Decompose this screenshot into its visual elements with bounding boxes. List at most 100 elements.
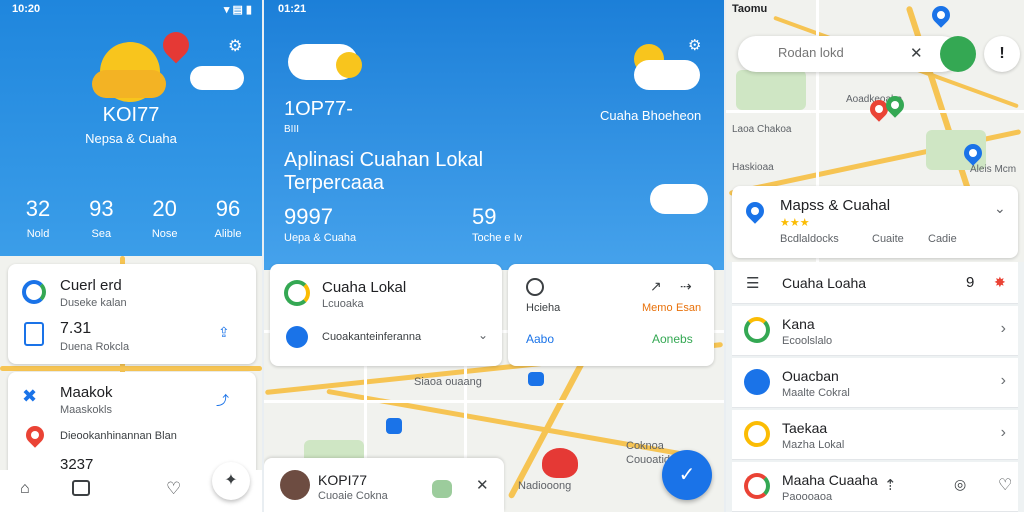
list-title: Cuaha Loaha (782, 275, 867, 291)
right-title: Cuaha Bhoeheon (600, 108, 702, 123)
map-label: Nadiooong (518, 480, 572, 492)
city-small: BIII (284, 124, 300, 135)
map-pin-icon (157, 26, 195, 64)
maps-panel: Laoa Chakoa Aoadkeoaha Haskioaa Aleis Mc… (726, 0, 1024, 512)
city-subtitle: Nepsa & Cuaha (85, 131, 177, 146)
home-icon[interactable]: ⌂ (20, 480, 30, 498)
search-input[interactable] (778, 45, 918, 60)
location-pin-icon (22, 422, 48, 448)
list-item[interactable]: Kana Ecoolslalo › (732, 306, 1018, 356)
stat: 32 Nold (8, 196, 68, 246)
sheet-title: KOPI77 (318, 472, 368, 488)
clear-icon[interactable]: ✕ (910, 44, 923, 62)
close-icon[interactable]: ✕ (476, 476, 489, 494)
menu-icon[interactable]: ☰ (746, 274, 759, 292)
list-item[interactable]: Taekaa Mazha Lokal › (732, 410, 1018, 460)
chevron-right-icon[interactable]: › (1001, 372, 1006, 390)
sheet-subtitle: Cuoaie Cokna (318, 490, 388, 502)
card-title: Hcieha (526, 302, 561, 314)
cloud-icon (92, 70, 166, 98)
local-card[interactable]: Cuaha Lokal Lcuoaka Cuoakanteinferanna ⌄ (270, 264, 502, 366)
chevron-down-icon[interactable]: ⌄ (478, 328, 488, 342)
search-bar[interactable]: ✕ (738, 36, 960, 72)
navigate-button[interactable]: ✦ (212, 462, 250, 500)
card-subtitle: Lcuoaka (322, 298, 364, 310)
list-item[interactable]: Maaha Cuaaha Paoooaoa ⇡ ◎ ♡ (732, 462, 1018, 512)
card-title: Maakok (60, 384, 113, 401)
bottom-sheet[interactable]: KOPI77 Cuoaie Cokna ✕ (264, 458, 504, 512)
list-item[interactable]: Ouacban Maalte Cokral › (732, 358, 1018, 408)
card-subtitle: Maaskokls (60, 404, 112, 416)
stat: 93 Sea (71, 196, 131, 246)
transit-icon[interactable] (528, 372, 544, 386)
stat-label: Nold (26, 228, 50, 240)
chat-icon[interactable] (72, 480, 90, 496)
list-count: 9 (966, 274, 975, 291)
stat-label: Sea (91, 228, 112, 240)
city-name: KOI77 (102, 104, 160, 126)
location-icon[interactable]: ◎ (954, 476, 966, 493)
status-time: 01:21 (278, 3, 307, 15)
settings-icon[interactable]: ⚙ (228, 36, 242, 56)
navigate-fab[interactable]: ✓ (662, 450, 712, 500)
headline-2: Terpercaaa (284, 172, 385, 194)
city-name: 1OP77- (284, 98, 353, 120)
place-meta: Bcdlaldocks (780, 233, 839, 245)
alert-icon[interactable]: ! (984, 36, 1020, 72)
stat-value: 20 (152, 196, 177, 221)
map-label: Siaoa ouaang (414, 376, 482, 388)
card-title: Cuerl erd (60, 277, 122, 294)
logo-icon (284, 280, 310, 306)
card-value: 7.31 (60, 320, 92, 337)
transit-icon[interactable] (386, 418, 402, 434)
map-pin-icon[interactable] (542, 448, 578, 478)
card-label: Esan (676, 302, 702, 314)
chevron-right-icon[interactable]: › (1001, 424, 1006, 442)
item-title: Kana (782, 316, 815, 332)
map-pin-icon[interactable] (928, 2, 954, 28)
place-icon (744, 421, 770, 447)
map-label: Laoa Chakoa (732, 124, 792, 135)
item-subtitle: Paoooaoa (782, 491, 833, 503)
map-label: Coknoa (626, 440, 664, 452)
favorite-icon[interactable]: ♡ (166, 479, 181, 499)
share-icon[interactable]: ↗ (650, 278, 662, 295)
direction-icon[interactable]: ⤴ (216, 390, 229, 409)
place-title: Mapss & Cuahal (780, 197, 891, 214)
stat-label: Nose (151, 228, 178, 240)
list-header: ☰ Cuaha Loaha 9 ✸ (732, 262, 1018, 304)
place-icon (744, 317, 770, 343)
chevron-down-icon[interactable]: ⌄ (994, 200, 1006, 217)
map-label: Aleis Mcm (970, 164, 1017, 175)
big-value-label: Toche e Iv (472, 232, 523, 244)
map-label: Haskioaa (732, 162, 774, 173)
rating-stars: ★★★ (780, 217, 810, 229)
star-icon[interactable]: ✸ (994, 274, 1006, 291)
profile-button[interactable] (940, 36, 976, 72)
route-icon[interactable]: ⇢ (680, 278, 692, 295)
share-icon[interactable]: ⇪ (218, 324, 230, 341)
building-icon (24, 322, 44, 346)
item-title: Maaha Cuaaha (782, 472, 878, 488)
card-right-link[interactable]: Aonebs (652, 332, 693, 346)
card-left-link[interactable]: Aabo (526, 332, 554, 346)
status-time: 10:20 (12, 3, 41, 15)
item-subtitle: Maalte Cokral (782, 387, 850, 399)
favorite-icon[interactable]: ♡ (998, 475, 1012, 495)
headline: Aplinasi Cuahan Lokal (284, 149, 484, 171)
big-value-label: Uepa & Cuaha (284, 232, 357, 244)
card-link[interactable]: Cuoakanteinferanna (322, 331, 421, 343)
location-pin-icon (742, 198, 768, 224)
info-card[interactable]: Hcieha ↗ ⇢ Memo Esan Aabo Aonebs (508, 264, 714, 366)
card-line: Dieookanhinannan Blan (60, 430, 177, 442)
status-icons: ▾ ▤ ▮ (223, 4, 252, 16)
share-icon[interactable]: ⇡ (884, 476, 897, 494)
chevron-right-icon[interactable]: › (1001, 320, 1006, 338)
small-cloud-icon (190, 66, 244, 90)
local-card[interactable]: Cuerl erd Duseke kalan 7.31 Duena Rokcla… (8, 264, 256, 364)
place-card[interactable]: Mapss & Cuahal ★★★ Bcdlaldocks Cuaite Ca… (732, 186, 1018, 258)
app-promo-panel: 01:21 ⚙ 1OP77- BIII Cuaha Bhoeheon Aplin… (264, 0, 724, 512)
settings-icon[interactable]: ⚙ (688, 36, 701, 54)
card-label: Memo (642, 302, 673, 314)
item-title: Taekaa (782, 420, 828, 436)
